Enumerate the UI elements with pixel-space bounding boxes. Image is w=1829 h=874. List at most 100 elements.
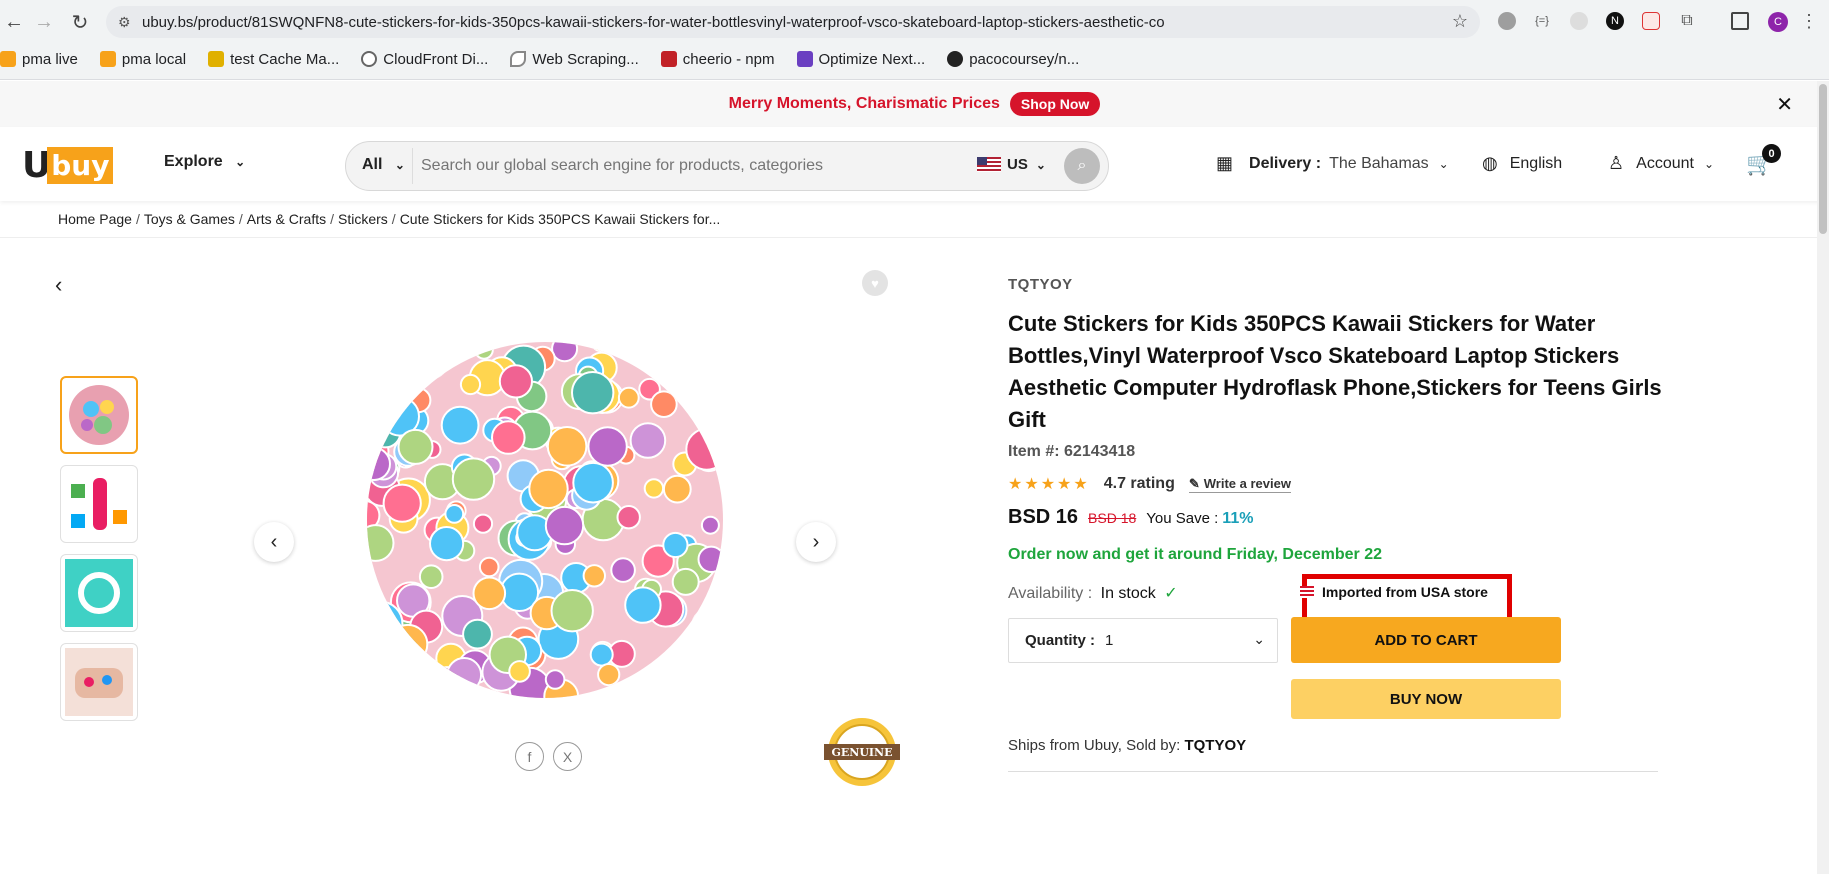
seller-link[interactable]: TQTYOY <box>1184 737 1246 754</box>
chevron-left-icon[interactable]: ‹ <box>55 272 62 298</box>
bookmark-star-icon[interactable]: ☆ <box>1452 11 1468 32</box>
sticker-shape <box>461 690 481 698</box>
cart-count-badge: 0 <box>1762 144 1781 163</box>
extension-owl-icon[interactable] <box>1570 12 1588 30</box>
extension-cloud-icon[interactable] <box>1498 12 1516 30</box>
buy-now-button[interactable]: BUY NOW <box>1291 679 1561 719</box>
ships-from-label: Ships from Ubuy, Sold by: <box>1008 737 1181 754</box>
profile-avatar[interactable]: C <box>1768 12 1788 32</box>
forward-icon[interactable]: → <box>30 8 58 36</box>
quantity-value: 1 <box>1105 632 1114 649</box>
x-glyph: X <box>562 748 573 765</box>
shop-now-button[interactable]: Shop Now <box>1009 92 1101 116</box>
add-to-cart-button[interactable]: ADD TO CART <box>1291 617 1561 663</box>
breadcrumb-link[interactable]: Stickers <box>338 211 388 227</box>
bookmark-item[interactable]: pma local <box>99 51 186 68</box>
sticker-shape <box>707 342 723 353</box>
url-text: ubuy.bs/product/81SWQNFN8-cute-stickers-… <box>142 13 1165 31</box>
country-select[interactable]: US ⌄ <box>977 156 1046 173</box>
sticker-shape <box>610 557 636 583</box>
scrollbar-thumb[interactable] <box>1819 84 1827 234</box>
ships-from: Ships from Ubuy, Sold by: TQTYOY <box>1008 737 1246 754</box>
bookmark-item[interactable]: Optimize Next... <box>796 51 925 68</box>
sticker-shape <box>367 674 385 698</box>
write-review-link[interactable]: ✎ Write a review <box>1188 475 1291 493</box>
availability-value: In stock <box>1100 585 1156 602</box>
ubuy-logo[interactable]: Ubuy <box>22 143 114 187</box>
site-info-icon[interactable]: ⚙ <box>118 14 131 31</box>
npm-icon <box>660 51 677 67</box>
warehouse-icon: ▦ <box>1216 153 1234 173</box>
sticker-shape <box>472 576 507 611</box>
bookmark-item[interactable]: CloudFront Di... <box>361 51 488 68</box>
sticker-shape <box>694 349 723 391</box>
pencil-icon: ✎ <box>1188 475 1200 491</box>
bookmark-favicon <box>208 51 225 67</box>
search-category-select[interactable]: All ⌄ <box>362 156 405 174</box>
gallery-thumbnail[interactable] <box>60 554 138 632</box>
quantity-label: Quantity : <box>1025 632 1095 649</box>
breadcrumb-separator: / <box>135 211 140 227</box>
country-label: US <box>1007 156 1028 173</box>
availability: Availability : In stock ✓ <box>1008 583 1178 603</box>
side-panel-icon[interactable] <box>1731 12 1749 30</box>
globe-icon: ◍ <box>1482 153 1498 173</box>
sticker-shape <box>616 505 641 530</box>
facebook-share-icon[interactable]: f <box>515 742 544 771</box>
breadcrumb-link[interactable]: Arts & Crafts <box>247 211 326 227</box>
kebab-menu-icon[interactable]: ⋮ <box>1800 11 1818 31</box>
bookmark-label: cheerio - npm <box>682 50 775 68</box>
breadcrumb-link[interactable]: Home Page <box>58 211 132 227</box>
explore-menu[interactable]: Explore ⌄ <box>164 153 245 171</box>
search-input[interactable] <box>412 148 972 184</box>
account-menu[interactable]: ♙ Account ⌄ <box>1608 153 1714 174</box>
sticker-shape <box>472 513 494 534</box>
bookmark-item[interactable]: pma live <box>0 51 78 68</box>
extension-n-icon[interactable]: N <box>1606 12 1624 30</box>
quantity-select[interactable]: Quantity : 1 ⌄ <box>1008 618 1278 663</box>
chevron-left-icon: ‹ <box>270 530 278 553</box>
bookmark-item[interactable]: pacocoursey/n... <box>947 51 1079 68</box>
sticker-shape <box>652 668 683 698</box>
sticker-shape <box>397 428 434 465</box>
grid-favicon-icon <box>796 51 813 67</box>
extension-calendar-icon[interactable] <box>1642 12 1660 30</box>
brand-name[interactable]: TQTYOY <box>1008 276 1073 293</box>
heart-icon[interactable]: ♥ <box>862 270 888 296</box>
availability-label: Availability : <box>1008 585 1093 602</box>
breadcrumb-separator: / <box>330 211 334 227</box>
x-share-icon[interactable]: X <box>553 742 582 771</box>
chevron-right-icon: › <box>812 530 820 553</box>
sticker-shape <box>474 342 494 360</box>
next-image-button[interactable]: › <box>796 522 836 562</box>
bookmark-item[interactable]: Web Scraping... <box>510 51 639 68</box>
delivery-selector[interactable]: ▦ Delivery : The Bahamas ⌄ <box>1216 153 1449 174</box>
sticker-shape <box>404 342 446 362</box>
sticker-shape <box>418 564 444 589</box>
breadcrumb-separator: / <box>391 211 396 227</box>
back-icon[interactable]: ← <box>0 8 28 36</box>
extension-json-icon[interactable]: {=} <box>1533 12 1551 30</box>
divider <box>1008 771 1658 772</box>
sticker-shape <box>528 468 569 510</box>
sticker-shape <box>382 483 422 523</box>
language-selector[interactable]: ◍ English <box>1482 153 1562 174</box>
imported-from-text: Imported from USA store <box>1322 584 1488 600</box>
breadcrumb-link[interactable]: Toys & Games <box>144 211 235 227</box>
promo-banner: Merry Moments, Charismatic Prices Shop N… <box>0 81 1829 127</box>
previous-image-button[interactable]: ‹ <box>254 522 294 562</box>
reload-icon[interactable]: ↻ <box>66 8 94 36</box>
close-icon[interactable]: ✕ <box>1776 92 1793 117</box>
extensions-puzzle-icon[interactable]: ⧉ <box>1678 12 1696 30</box>
gallery-thumbnail[interactable] <box>60 643 138 721</box>
bookmark-item[interactable]: cheerio - npm <box>660 50 775 68</box>
sticker-shape <box>451 457 496 501</box>
breadcrumb: Home Page / Toys & Games / Arts & Crafts / Sti… <box>58 211 720 227</box>
address-bar[interactable]: ⚙ ubuy.bs/product/81SWQNFN8-cute-sticker… <box>106 6 1480 38</box>
chevron-down-icon: ⌄ <box>1703 156 1715 171</box>
bookmark-item[interactable]: test Cache Ma... <box>208 51 339 68</box>
search-button[interactable]: ⌕ <box>1064 148 1100 184</box>
gallery-thumbnail[interactable] <box>60 376 138 454</box>
gallery-thumbnail[interactable] <box>60 465 138 543</box>
divider <box>0 237 1829 238</box>
